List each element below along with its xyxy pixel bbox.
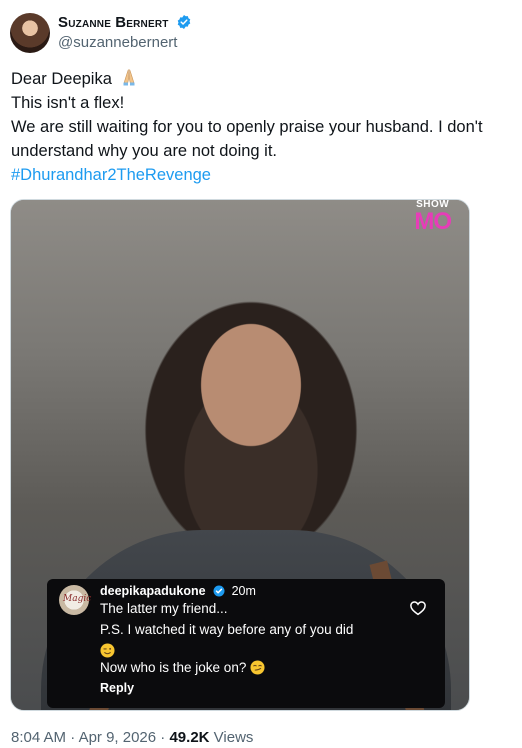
smirking-face-icon: [250, 660, 265, 675]
heart-icon: [410, 601, 426, 616]
comment-line: P.S. I watched it way before any of you …: [100, 622, 354, 637]
comment-line: Now who is the joke on?: [100, 660, 265, 675]
comment-time: 20m: [231, 584, 256, 598]
avatar[interactable]: [10, 13, 50, 53]
hashtag-link[interactable]: #Dhurandhar2TheRevenge: [11, 166, 211, 184]
watermark-logo: SHOW MO: [414, 199, 452, 235]
winking-face-icon: [100, 643, 115, 658]
verified-badge-icon: [177, 15, 190, 29]
verified-badge-icon: [213, 585, 225, 597]
comment-header: deepikapadukone 20m: [100, 584, 256, 598]
comment-avatar: Magic: [59, 585, 91, 615]
folded-hands-icon: [123, 69, 135, 86]
instagram-comment-card: Magic deepikapadukone 20m The latter my …: [47, 579, 445, 708]
comment-reply-button: Reply: [100, 681, 135, 695]
tweet-timestamp[interactable]: 8:04 AM: [11, 729, 66, 746]
comment-line: The latter my friend...: [100, 601, 228, 616]
tweet-metadata: 8:04 AM · Apr 9, 2026 · 49.2K Views: [11, 729, 254, 746]
comment-emoji-line: [100, 642, 115, 660]
tweet-line: This isn't a flex!: [11, 94, 125, 112]
view-count: 49.2K: [169, 729, 210, 746]
tweet-text: Dear Deepika This isn't a flex! We are s…: [11, 67, 514, 187]
tweet-line: Dear Deepika: [11, 67, 514, 91]
tweet-date[interactable]: Apr 9, 2026: [79, 729, 157, 746]
tweet-line: understand why you are not doing it.: [11, 142, 278, 160]
views-label: Views: [209, 729, 254, 746]
comment-username: deepikapadukone: [100, 584, 206, 598]
author-handle[interactable]: @suzannebernert: [58, 34, 177, 51]
author-display-name[interactable]: Suzanne Bernert: [58, 14, 192, 31]
tweet-line: We are still waiting for you to openly p…: [11, 118, 483, 136]
